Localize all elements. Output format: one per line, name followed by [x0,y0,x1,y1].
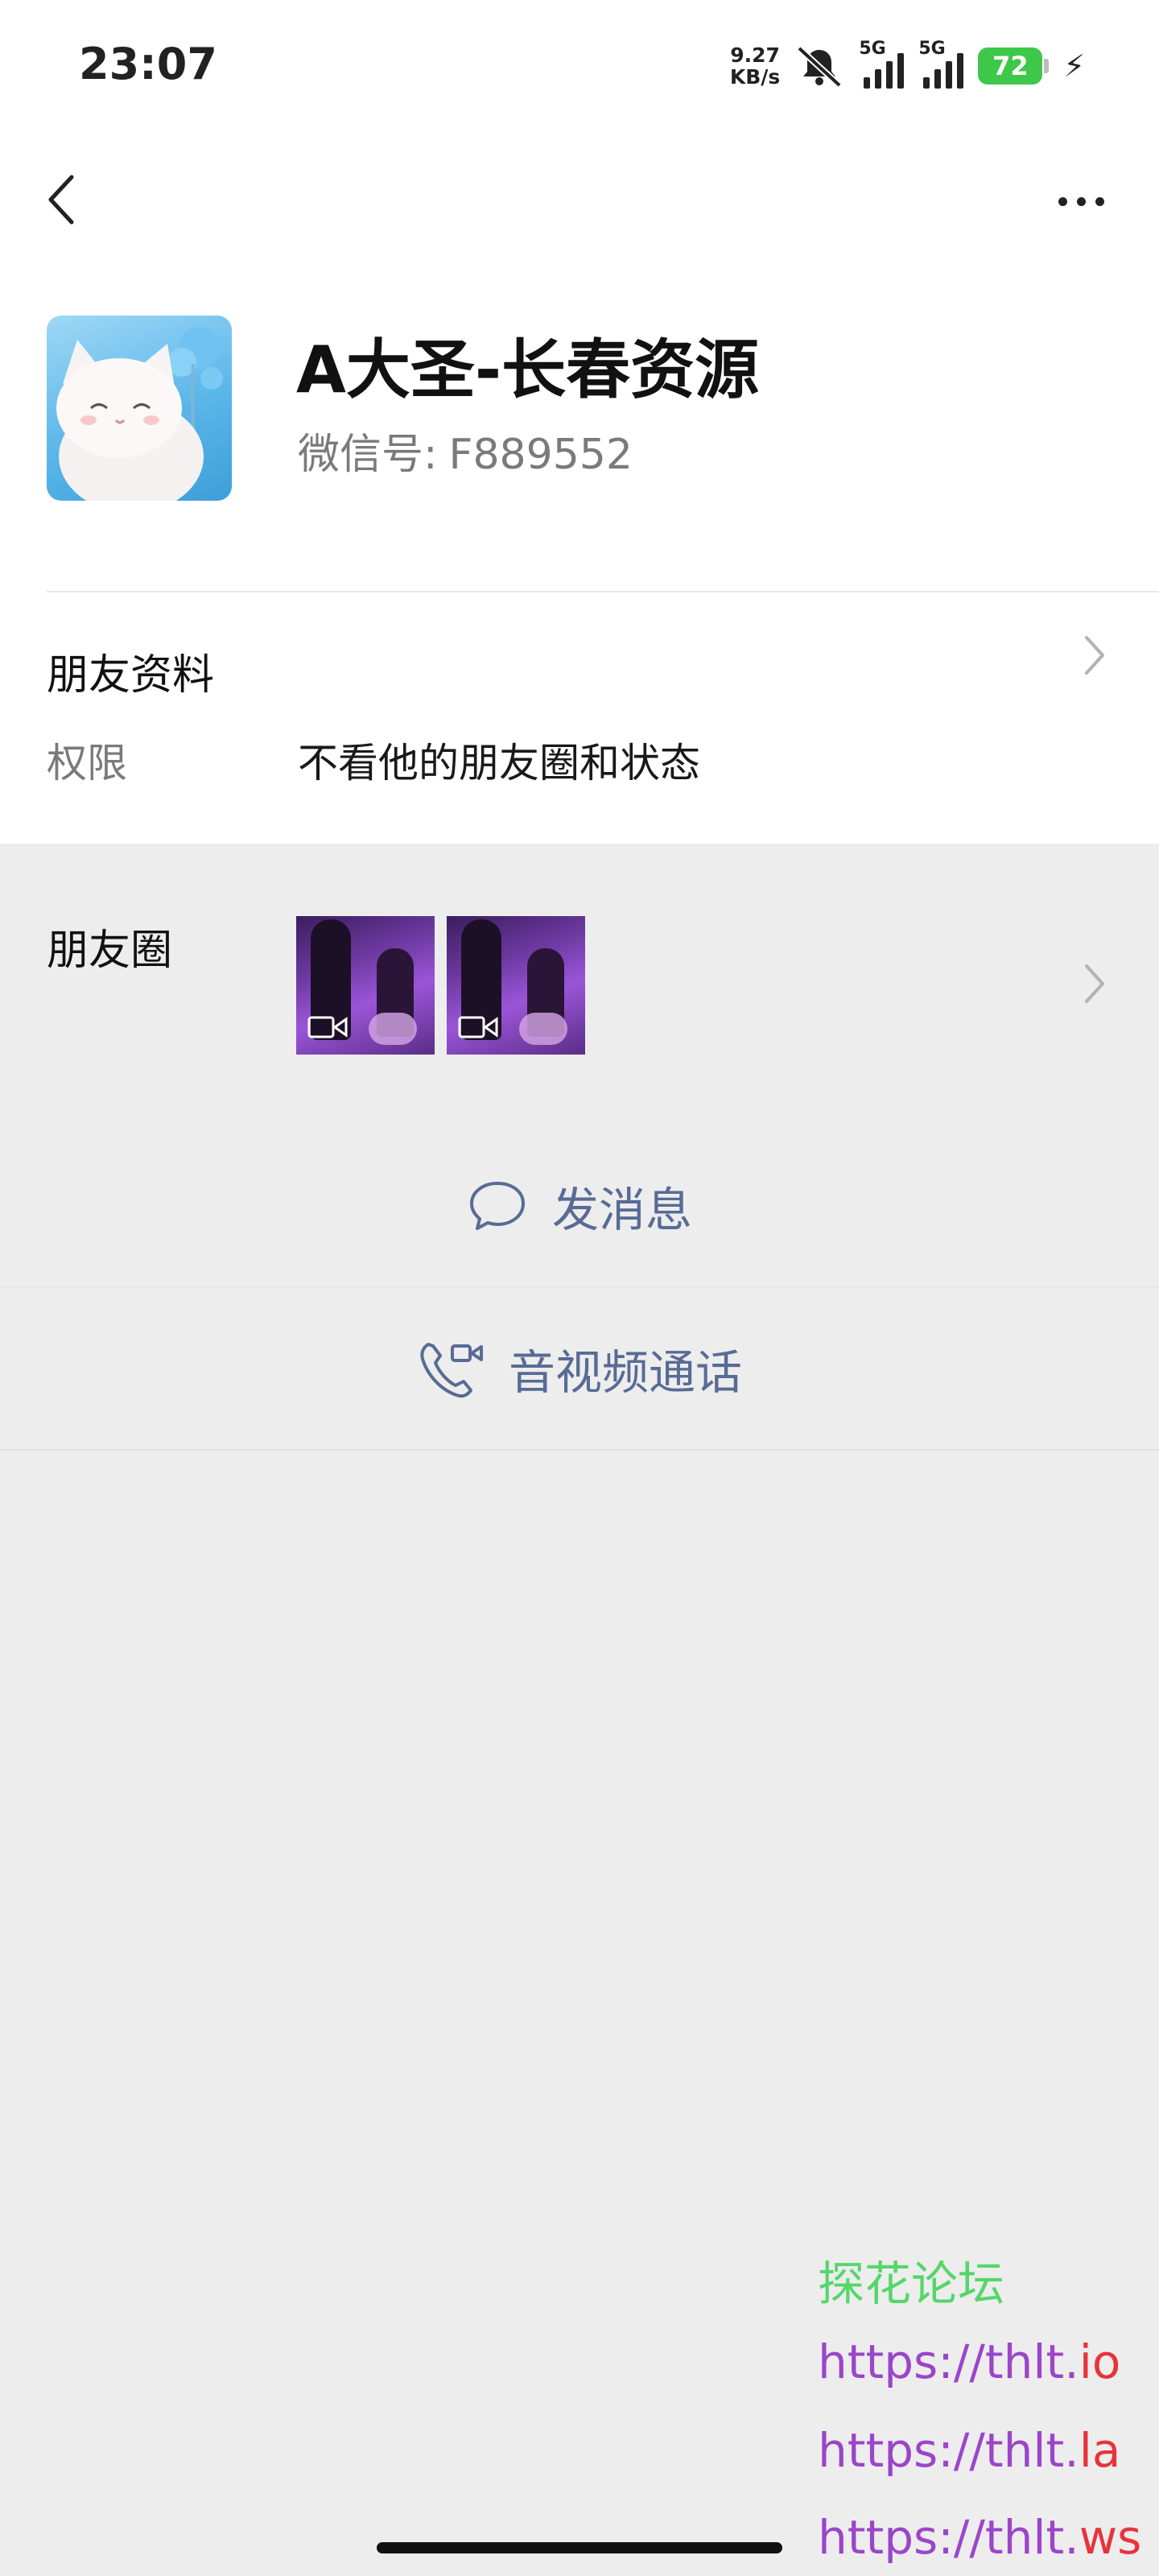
more-dot [1095,196,1104,206]
network-speed-value: 9.27 [730,43,780,67]
watermark-url-tld: la [1079,2423,1121,2478]
watermark-url-prefix: https://thlt. [818,2423,1079,2478]
network-speed: 9.27 KB/s [730,44,780,88]
signal-5g-2-label: 5G [918,39,946,59]
signal-bar [934,69,942,89]
wechat-id: 微信号: F889552 [298,420,633,481]
battery-level: 72 [978,47,1043,85]
divider [0,1449,1159,1451]
signal-bar [957,53,964,89]
avatar-cat-image [56,327,223,501]
signal-bar [864,77,871,89]
watermark-url: https://thlt.io [818,2334,1120,2389]
permission-label: 权限 [47,740,127,786]
wechat-id-value: F889552 [448,431,633,479]
more-dot [1076,196,1086,206]
wechat-id-label: 微信号: [298,431,438,479]
more-dot [1058,196,1067,206]
chevron-right-icon [1085,964,1104,1003]
signal-bar [875,69,882,89]
thumbnail-figure [519,1013,567,1045]
send-message-button[interactable]: 发消息 [0,1125,1159,1286]
watermark-url-tld: io [1079,2334,1121,2389]
signal-bar [897,53,905,89]
home-indicator[interactable] [377,2542,782,2553]
section-gap [0,844,1159,868]
signal-bar [923,77,930,89]
avatar[interactable] [47,316,232,501]
watermark-url: https://thlt.ws [818,2510,1141,2565]
permission-value: 不看他的朋友圈和状态 [298,740,700,786]
network-speed-unit: KB/s [729,65,781,89]
watermark-url-prefix: https://thlt. [818,2334,1079,2389]
watermark-title: 探花论坛 [818,2256,1005,2311]
watermark-url-tld: ws [1079,2510,1142,2565]
signal-5g-1: 5G [859,39,905,89]
status-icons: 9.27 KB/s 5G 5G 72 ⚡ [730,39,1085,92]
phone-video-icon [420,1343,483,1398]
moments-thumbnail[interactable] [296,916,435,1055]
signal-bar [886,61,893,89]
signal-5g-1-label: 5G [859,39,886,59]
mute-icon [794,45,844,87]
battery-tip [1044,59,1050,73]
contact-name: A大圣-长春资源 [296,332,760,407]
signal-5g-2: 5G [918,39,964,89]
video-icon [307,1016,348,1038]
charging-bolt-icon: ⚡ [1063,48,1085,84]
moments-thumbnail[interactable] [447,916,585,1055]
thumbnail-figure [369,1013,417,1045]
friend-info-title: 朋友资料 [47,651,215,700]
video-icon [458,1016,498,1038]
battery-icon: 72 [978,47,1050,85]
chevron-right-icon [1085,636,1104,675]
status-time: 23:07 [79,39,217,89]
send-message-label: 发消息 [551,1183,692,1237]
video-call-button[interactable]: 音视频通话 [0,1288,1159,1449]
signal-bar [946,61,953,89]
chat-bubble-icon [469,1182,525,1230]
section-gap [0,1101,1159,1125]
moments-label: 朋友圈 [47,927,173,975]
chevron-left-icon [48,175,74,225]
watermark-url: https://thlt.la [818,2423,1120,2478]
back-button[interactable] [32,167,89,232]
more-button[interactable] [1045,181,1117,221]
watermark-url-prefix: https://thlt. [818,2510,1079,2565]
friend-info-row[interactable]: 朋友资料 权限 不看他的朋友圈和状态 [0,592,1159,844]
video-call-label: 音视频通话 [508,1345,742,1400]
